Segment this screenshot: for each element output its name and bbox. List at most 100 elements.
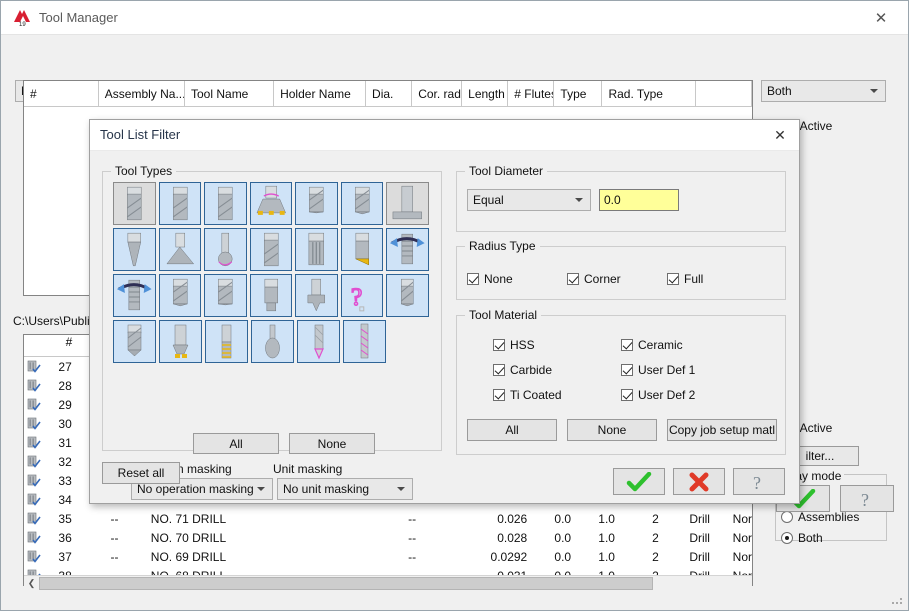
table-column-header[interactable]: Tool Name <box>185 81 275 106</box>
checkbox-user-def-2[interactable]: User Def 2 <box>621 388 695 402</box>
checkbox-carbide[interactable]: Carbide <box>493 363 552 377</box>
checkbox-icon <box>621 339 633 351</box>
checkbox-ceramic[interactable]: Ceramic <box>621 338 683 352</box>
cell-num: 32 <box>58 454 72 469</box>
tool-type-slot-mill[interactable] <box>386 182 430 225</box>
checkbox-user-def-1[interactable]: User Def 1 <box>621 363 695 377</box>
dialog-close-icon[interactable]: ✕ <box>767 124 793 146</box>
tool-type-tap-rh[interactable] <box>205 320 248 363</box>
tool-type-thread-mill-ccw[interactable] <box>113 274 156 317</box>
tool-diameter-operator-value: Equal <box>473 193 504 207</box>
table-column-header[interactable]: Cor. rad. <box>412 81 463 106</box>
scroll-left-icon[interactable]: ❮ <box>24 576 39 590</box>
library-path-label: C:\Users\Public <box>13 314 96 328</box>
tool-type-endmill-bullnose[interactable] <box>204 182 247 225</box>
cell-rad-type: Nor <box>732 530 753 545</box>
tool-type-counterbore[interactable] <box>295 274 338 317</box>
tap-rh-icon <box>221 324 232 359</box>
table-column-header[interactable]: Rad. Type <box>602 81 697 106</box>
radio-assemblies-label: Assemblies <box>798 510 860 524</box>
tool-type-burr-tool[interactable] <box>343 320 386 363</box>
ti-coated-label: Ti Coated <box>510 388 562 402</box>
tool-diameter-operator-select[interactable]: Equal <box>467 189 591 211</box>
cell-length: 1.0 <box>598 549 615 564</box>
tool-types-all-button[interactable]: All <box>193 433 279 454</box>
tool-type-center-drill[interactable] <box>204 274 247 317</box>
close-icon[interactable]: ✕ <box>862 5 900 31</box>
table-column-header[interactable]: Type <box>554 81 603 106</box>
tool-type-corner-round-mill[interactable] <box>340 228 384 271</box>
radio-both[interactable]: Both <box>781 531 823 545</box>
dialog-cancel-button[interactable] <box>673 468 725 495</box>
table-column-header[interactable]: Assembly Na... <box>99 81 185 106</box>
tool-used-icon <box>24 436 44 449</box>
cell-flutes: 2 <box>652 530 659 545</box>
tool-type-drill-twist[interactable] <box>158 274 202 317</box>
tool-type-spot-drill[interactable] <box>249 274 293 317</box>
main-help-button[interactable]: ? <box>840 485 894 512</box>
tool-type-chamfer-mill[interactable] <box>340 182 384 225</box>
radio-assemblies[interactable]: Assemblies <box>781 510 859 524</box>
material-all-button[interactable]: All <box>467 419 557 441</box>
material-none-button[interactable]: None <box>567 419 657 441</box>
user-def-2-label: User Def 2 <box>638 388 696 402</box>
tool-type-reamer[interactable] <box>386 274 430 317</box>
tool-type-dovetail-mill[interactable] <box>158 228 202 271</box>
scrollbar-thumb[interactable] <box>39 576 653 590</box>
tool-types-row <box>113 320 432 363</box>
drill-twist-icon <box>172 278 188 307</box>
undefined-tool-icon: ? <box>350 281 365 312</box>
tool-type-endmill-sphere[interactable] <box>158 182 202 225</box>
table-row[interactable]: 36 -- NO. 70 DRILL -- 0.028 0.0 1.0 2 Drill Nor <box>24 528 752 547</box>
cell-flutes: 2 <box>652 511 659 526</box>
tool-type-rough-endmill[interactable] <box>249 228 293 271</box>
chevron-down-icon <box>257 487 265 491</box>
checkbox-radius-corner[interactable]: Corner <box>567 272 621 286</box>
spot-drill-icon <box>264 278 278 312</box>
dialog-help-button[interactable]: ? <box>733 468 785 495</box>
table-row[interactable]: 35 -- NO. 71 DRILL -- 0.026 0.0 1.0 2 Drill Nor <box>24 509 752 528</box>
library-col-num[interactable]: # <box>46 335 92 356</box>
tool-type-ball-probe[interactable] <box>251 320 294 363</box>
tool-type-thread-mill-cw[interactable] <box>386 228 430 271</box>
horizontal-scrollbar[interactable]: ❮ <box>24 575 752 590</box>
tool-used-icon <box>24 493 44 506</box>
table-column-header[interactable] <box>696 81 752 106</box>
tool-types-none-button[interactable]: None <box>289 433 375 454</box>
unit-masking-select[interactable]: No unit masking <box>277 478 413 500</box>
table-column-header[interactable]: Holder Name <box>274 81 367 106</box>
operation-masking-value: No operation masking <box>137 482 254 496</box>
table-column-header[interactable]: # <box>24 81 99 106</box>
checkbox-ti-coated[interactable]: Ti Coated <box>493 388 562 402</box>
checkbox-icon <box>493 389 505 401</box>
tool-diameter-input[interactable]: 0.0 <box>599 189 679 211</box>
question-mark-icon: ? <box>861 490 869 509</box>
tool-type-undefined-tool[interactable]: ? <box>340 274 384 317</box>
table-column-header[interactable]: # Flutes <box>508 81 555 106</box>
reset-all-button[interactable]: Reset all <box>102 462 180 484</box>
dialog-ok-button[interactable] <box>613 468 665 495</box>
table-column-header[interactable]: Length <box>462 81 509 106</box>
table-row[interactable]: 37 -- NO. 69 DRILL -- 0.0292 0.0 1.0 2 Drill Nor <box>24 547 752 566</box>
checkbox-radius-full[interactable]: Full <box>667 272 703 286</box>
tool-type-boring-bar[interactable] <box>113 320 156 363</box>
tool-type-engraving-tool[interactable] <box>297 320 340 363</box>
tool-type-endmill-flat[interactable] <box>113 182 156 225</box>
tool-type-radius-mill[interactable] <box>295 182 338 225</box>
tool-type-face-mill[interactable] <box>249 182 293 225</box>
tool-used-icon <box>24 398 44 411</box>
tool-type-shell-mill[interactable] <box>295 228 338 271</box>
checkbox-radius-none[interactable]: None <box>467 272 513 286</box>
radius-corner-label: Corner <box>584 272 621 286</box>
cell-tool-name: NO. 70 DRILL <box>150 530 227 545</box>
tool-type-taper-mill[interactable] <box>113 228 156 271</box>
thread-mill-ccw-icon <box>116 279 152 311</box>
table-column-header[interactable]: Dia. <box>366 81 413 106</box>
checkbox-hss[interactable]: HSS <box>493 338 535 352</box>
resize-grip[interactable] <box>892 594 904 606</box>
tool-type-lollipop-mill[interactable] <box>204 228 247 271</box>
ball-probe-icon <box>265 324 280 359</box>
tool-type-counter-sink[interactable] <box>159 320 202 363</box>
copy-job-setup-matl-button[interactable]: Copy job setup matl <box>667 419 777 441</box>
dovetail-mill-icon <box>166 232 194 265</box>
